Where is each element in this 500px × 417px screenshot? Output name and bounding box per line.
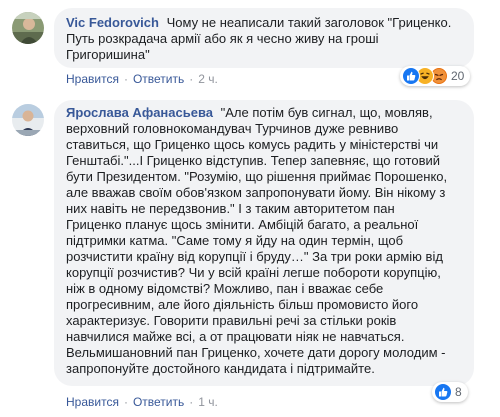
comment-text-line: розчистити країну від корупції і бруду…"…	[66, 249, 443, 264]
reaction-count: 8	[455, 385, 462, 399]
comment-text-line: Вельмишановний пан Гриценко, хочете дати…	[66, 345, 446, 360]
comment-text-line: ставиться, що Гриценко щось комусь радит…	[66, 137, 439, 152]
comment-text-line: Гриценко планує щось змінити. Амбіцій ба…	[66, 217, 419, 232]
comment-text-line: підтримки катма. "Саме тому я йду на оди…	[66, 233, 404, 248]
comment-bubble: Vic Fedorovich Чому не неаписали такий з…	[54, 8, 474, 68]
comment-text-line: бути Президентом. "Розумію, що рішення п…	[66, 169, 448, 184]
timestamp[interactable]: 1 ч.	[198, 395, 218, 409]
comment-text-line: корупції розчистив? Чи у всій країні лег…	[66, 265, 441, 280]
comment-text-line: але вважав своїм обов'язком запропонуват…	[66, 185, 446, 200]
comment-text-line: запропонуйте достойного кандидата і підт…	[66, 361, 375, 376]
comment-bubble: Ярослава Афанасьева "Але потім був сигна…	[54, 100, 474, 386]
comment-actions: Нравится · Ответить · 2 ч.	[66, 72, 218, 86]
reaction-count: 20	[451, 69, 465, 83]
comment-actions: Нравится · Ответить · 1 ч.	[66, 395, 218, 409]
like-link[interactable]: Нравится	[66, 72, 119, 86]
like-icon	[434, 383, 452, 401]
like-link[interactable]: Нравится	[66, 395, 119, 409]
avatar[interactable]	[12, 12, 44, 44]
comment-text-line: них навіть не передзвонив." І з таким ав…	[66, 201, 395, 216]
reactions-summary[interactable]: 8	[432, 382, 468, 402]
separator: ·	[189, 395, 194, 409]
comment-text-line: Генштабі."...І Гриценко відступив. Тепер…	[66, 153, 441, 168]
reply-link[interactable]: Ответить	[133, 72, 184, 86]
comment-author[interactable]: Vic Fedorovich	[66, 15, 159, 30]
comment-text-line: верховний головнокомандувач Турчинов дуж…	[66, 121, 399, 136]
avatar[interactable]	[12, 104, 44, 136]
comment-text-line: ніж в одному відомстві? Можливо, пан і в…	[66, 281, 384, 296]
separator: ·	[123, 72, 128, 86]
comment-text-line: "Але потім був сигнал, що, мовляв,	[220, 105, 433, 120]
timestamp[interactable]: 2 ч.	[198, 72, 218, 86]
reply-link[interactable]: Ответить	[133, 395, 184, 409]
separator: ·	[123, 395, 128, 409]
comment-text-line: прогресивним, але його діяльність більш …	[66, 297, 419, 312]
reactions-summary[interactable]: 20	[400, 66, 471, 86]
like-icon	[402, 67, 420, 85]
comment-text-line: навчилися майже всі, а от працювати ніяк…	[66, 329, 405, 344]
comment-text-line: характеризує. Говорити правильні речі за…	[66, 313, 397, 328]
comment-author[interactable]: Ярослава Афанасьева	[66, 105, 213, 120]
comment-body: Ярослава Афанасьева "Але потім був сигна…	[66, 105, 462, 121]
separator: ·	[189, 72, 194, 86]
